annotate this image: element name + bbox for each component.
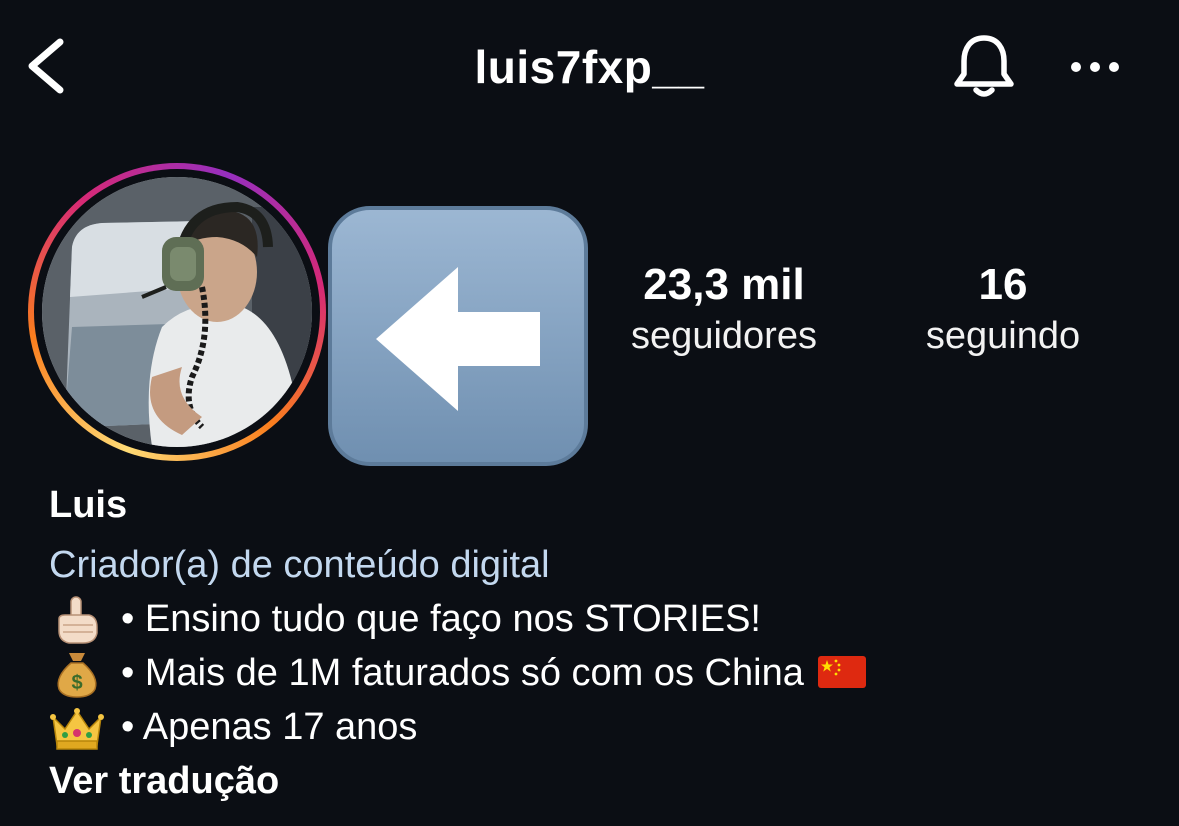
top-bar: luis7fxp__ bbox=[0, 0, 1179, 136]
notifications-button[interactable] bbox=[948, 30, 1020, 102]
category-label: Criador(a) de conteúdo digital bbox=[49, 544, 550, 586]
bell-icon bbox=[954, 35, 1014, 97]
bio-text: • Ensino tudo que faço nos STORIES! bbox=[121, 598, 761, 640]
profile-bio: Luis Criador(a) de conteúdo digital • En… bbox=[49, 478, 1149, 808]
china-flag-emoji bbox=[818, 655, 867, 688]
followers-stat[interactable]: 23,3 mil seguidores bbox=[604, 258, 844, 360]
bio-line: • Ensino tudo que faço nos STORIES! bbox=[49, 592, 1149, 646]
crown-emoji bbox=[50, 708, 104, 750]
more-options-button[interactable] bbox=[1062, 42, 1128, 92]
see-translation-link[interactable]: Ver tradução bbox=[49, 754, 1149, 808]
bio-text-content: • Mais de 1M faturados só com os China bbox=[121, 652, 804, 694]
left-arrow-emoji bbox=[326, 204, 590, 468]
bio-text: • Mais de 1M faturados só com os China bbox=[121, 646, 867, 700]
following-label: seguindo bbox=[925, 315, 1081, 357]
bio-text: • Apenas 17 anos bbox=[121, 706, 418, 748]
following-stat[interactable]: 16 seguindo bbox=[896, 258, 1110, 360]
profile-avatar[interactable] bbox=[28, 163, 326, 461]
svg-text:$: $ bbox=[71, 672, 82, 694]
display-name: Luis bbox=[49, 484, 128, 526]
ellipsis-icon bbox=[1071, 62, 1119, 72]
money-bag-emoji: $ bbox=[57, 653, 97, 698]
followers-label: seguidores bbox=[631, 315, 817, 357]
bio-line: $ • Mais de 1M faturados só com os China bbox=[49, 646, 1149, 700]
pointing-up-emoji bbox=[58, 596, 98, 644]
followers-count: 23,3 mil bbox=[643, 260, 805, 309]
bio-line: • Apenas 17 anos bbox=[49, 700, 1149, 754]
following-count: 16 bbox=[978, 260, 1028, 309]
profile-photo bbox=[42, 177, 312, 447]
